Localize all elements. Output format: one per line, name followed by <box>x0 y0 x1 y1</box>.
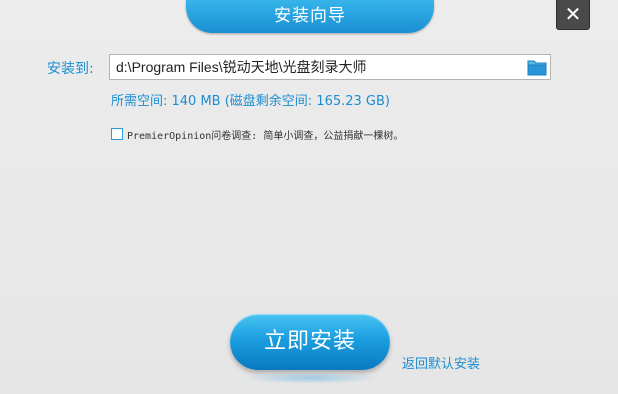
install-button-reflection <box>240 372 380 384</box>
default-install-link[interactable]: 返回默认安装 <box>402 353 480 372</box>
window-title: 安装向导 <box>274 6 346 26</box>
install-path-input[interactable] <box>116 55 524 79</box>
installer-window: 安装向导 ✕ 安装到: 所需空间: 140 MB (磁盘剩余空间: 165.23… <box>0 0 618 394</box>
install-path-field <box>109 54 551 80</box>
survey-checkbox[interactable] <box>111 128 123 140</box>
install-now-button[interactable]: 立即安装 <box>230 314 390 370</box>
folder-icon <box>527 60 547 76</box>
close-button[interactable]: ✕ <box>556 0 590 30</box>
close-icon: ✕ <box>564 2 582 26</box>
survey-option: PremierOpinion问卷调查: 简单小调查，公益捐献一棵树。 <box>111 127 403 142</box>
title-tab: 安装向导 <box>186 0 434 33</box>
browse-folder-button[interactable] <box>527 58 547 76</box>
survey-label[interactable]: PremierOpinion问卷调查: 简单小调查，公益捐献一棵树。 <box>127 127 403 142</box>
disk-space-info: 所需空间: 140 MB (磁盘剩余空间: 165.23 GB) <box>111 94 390 109</box>
install-path-label: 安装到: <box>47 61 94 77</box>
